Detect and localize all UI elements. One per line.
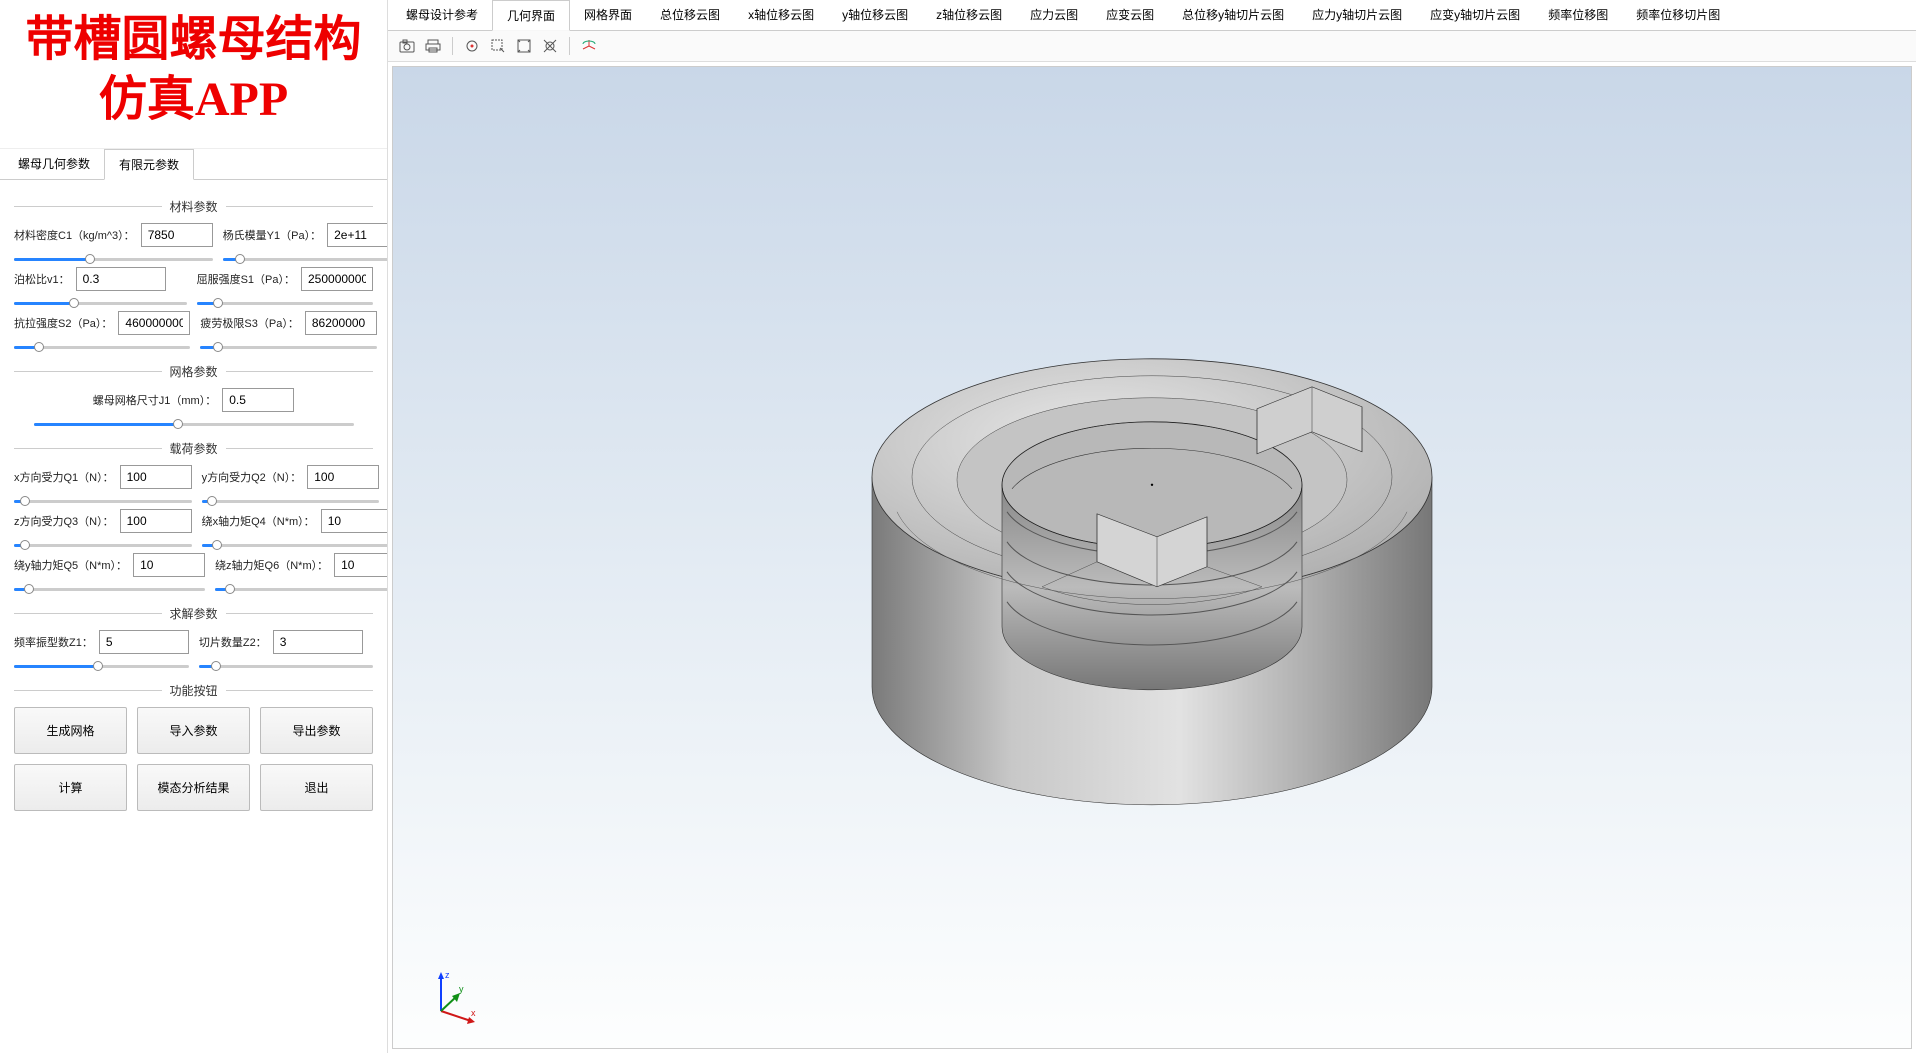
slider-fz[interactable] <box>14 539 192 551</box>
label-tensile: 抗拉强度S2（Pa）： <box>14 315 112 331</box>
label-density: 材料密度C1（kg/m^3）： <box>14 227 135 243</box>
input-fatigue[interactable] <box>305 311 377 335</box>
top-tab-freq-disp-slice[interactable]: 频率位移切片图 <box>1622 0 1734 30</box>
label-youngs: 杨氏模量Y1（Pa）： <box>223 227 321 243</box>
slider-yield[interactable] <box>197 297 373 309</box>
group-header-solve: 求解参数 <box>14 605 373 622</box>
slider-slices[interactable] <box>199 660 373 672</box>
top-tab-stress-slice[interactable]: 应力y轴切片云图 <box>1298 0 1416 30</box>
3d-viewport[interactable]: z x y <box>392 66 1912 1049</box>
label-mesh-size: 螺母网格尺寸J1（mm）： <box>93 392 216 408</box>
group-header-material: 材料参数 <box>14 198 373 215</box>
target-icon[interactable] <box>461 35 483 57</box>
input-yield[interactable] <box>301 267 373 291</box>
fit-icon[interactable] <box>513 35 535 57</box>
top-tab-freq-disp[interactable]: 频率位移图 <box>1534 0 1622 30</box>
app-title-line2: 仿真APP <box>0 70 387 130</box>
label-fz: z方向受力Q3（N）： <box>14 513 114 529</box>
import-params-button[interactable]: 导入参数 <box>137 707 250 754</box>
compute-button[interactable]: 计算 <box>14 764 127 811</box>
camera-icon[interactable] <box>396 35 418 57</box>
slider-poisson[interactable] <box>14 297 187 309</box>
input-poisson[interactable] <box>76 267 166 291</box>
top-tab-strain-slice[interactable]: 应变y轴切片云图 <box>1416 0 1534 30</box>
app-title-line1: 带槽圆螺母结构 <box>0 10 387 70</box>
top-tab-total-disp[interactable]: 总位移云图 <box>646 0 734 30</box>
label-slices: 切片数量Z2： <box>199 634 267 650</box>
axis-z-label: z <box>445 970 450 980</box>
left-tab-row: 螺母几何参数 有限元参数 <box>0 149 387 180</box>
nut-model <box>802 266 1502 826</box>
top-tab-design-ref[interactable]: 螺母设计参考 <box>392 0 492 30</box>
axis-y-label: y <box>459 984 464 994</box>
export-params-button[interactable]: 导出参数 <box>260 707 373 754</box>
input-mx[interactable] <box>321 509 387 533</box>
params-panel: 材料参数 材料密度C1（kg/m^3）： 杨氏模量Y1（Pa）： <box>0 180 387 1053</box>
input-my[interactable] <box>133 553 205 577</box>
top-tab-strain[interactable]: 应变云图 <box>1092 0 1168 30</box>
input-mz[interactable] <box>334 553 387 577</box>
toolbar-separator <box>452 37 453 55</box>
group-header-mesh: 网格参数 <box>14 363 373 380</box>
slider-fx[interactable] <box>14 495 192 507</box>
rotate-icon[interactable] <box>578 35 600 57</box>
generate-mesh-button[interactable]: 生成网格 <box>14 707 127 754</box>
slider-fatigue[interactable] <box>200 341 376 353</box>
exit-button[interactable]: 退出 <box>260 764 373 811</box>
label-fx: x方向受力Q1（N）： <box>14 469 114 485</box>
reset-zoom-icon[interactable] <box>539 35 561 57</box>
zoom-box-icon[interactable] <box>487 35 509 57</box>
label-mz: 绕z轴力矩Q6（N*m）： <box>215 557 328 573</box>
top-tab-z-disp[interactable]: z轴位移云图 <box>922 0 1016 30</box>
print-icon[interactable] <box>422 35 444 57</box>
label-fatigue: 疲劳极限S3（Pa）： <box>200 315 298 331</box>
top-tabs: 螺母设计参考 几何界面 网格界面 总位移云图 x轴位移云图 y轴位移云图 z轴位… <box>388 0 1916 31</box>
top-tab-geometry[interactable]: 几何界面 <box>492 0 570 31</box>
top-tab-stress[interactable]: 应力云图 <box>1016 0 1092 30</box>
group-header-load: 载荷参数 <box>14 440 373 457</box>
input-slices[interactable] <box>273 630 363 654</box>
top-tab-disp-slice[interactable]: 总位移y轴切片云图 <box>1168 0 1298 30</box>
left-panel: 带槽圆螺母结构 仿真APP 螺母几何参数 有限元参数 材料参数 材料密度C1（k… <box>0 0 388 1053</box>
input-tensile[interactable] <box>118 311 190 335</box>
top-tab-y-disp[interactable]: y轴位移云图 <box>828 0 922 30</box>
label-mx: 绕x轴力矩Q4（N*m）： <box>202 513 315 529</box>
modal-results-button[interactable]: 模态分析结果 <box>137 764 250 811</box>
app-title: 带槽圆螺母结构 仿真APP <box>0 0 387 149</box>
input-modes[interactable] <box>99 630 189 654</box>
label-poisson: 泊松比v1： <box>14 271 70 287</box>
input-mesh-size[interactable] <box>222 388 294 412</box>
action-button-grid: 生成网格 导入参数 导出参数 计算 模态分析结果 退出 <box>14 707 373 811</box>
slider-my[interactable] <box>14 583 205 595</box>
label-yield: 屈服强度S1（Pa）： <box>197 271 295 287</box>
axis-x-label: x <box>471 1008 476 1018</box>
viewport-toolbar <box>388 31 1916 62</box>
slider-fy[interactable] <box>202 495 380 507</box>
top-tab-mesh[interactable]: 网格界面 <box>570 0 646 30</box>
tab-fem-params[interactable]: 有限元参数 <box>104 149 194 180</box>
slider-mx[interactable] <box>202 539 387 551</box>
slider-density[interactable] <box>14 253 213 265</box>
label-my: 绕y轴力矩Q5（N*m）： <box>14 557 127 573</box>
axis-gizmo: z x y <box>421 966 481 1026</box>
tab-geometry-params[interactable]: 螺母几何参数 <box>4 149 104 179</box>
slider-modes[interactable] <box>14 660 189 672</box>
input-fy[interactable] <box>307 465 379 489</box>
input-density[interactable] <box>141 223 213 247</box>
slider-tensile[interactable] <box>14 341 190 353</box>
input-youngs[interactable] <box>327 223 387 247</box>
slider-mesh-size[interactable] <box>34 418 354 430</box>
label-fy: y方向受力Q2（N）： <box>202 469 302 485</box>
input-fx[interactable] <box>120 465 192 489</box>
label-modes: 频率振型数Z1： <box>14 634 93 650</box>
toolbar-separator <box>569 37 570 55</box>
slider-youngs[interactable] <box>223 253 387 265</box>
slider-mz[interactable] <box>215 583 387 595</box>
group-header-actions: 功能按钮 <box>14 682 373 699</box>
input-fz[interactable] <box>120 509 192 533</box>
right-area: 螺母设计参考 几何界面 网格界面 总位移云图 x轴位移云图 y轴位移云图 z轴位… <box>388 0 1916 1053</box>
top-tab-x-disp[interactable]: x轴位移云图 <box>734 0 828 30</box>
